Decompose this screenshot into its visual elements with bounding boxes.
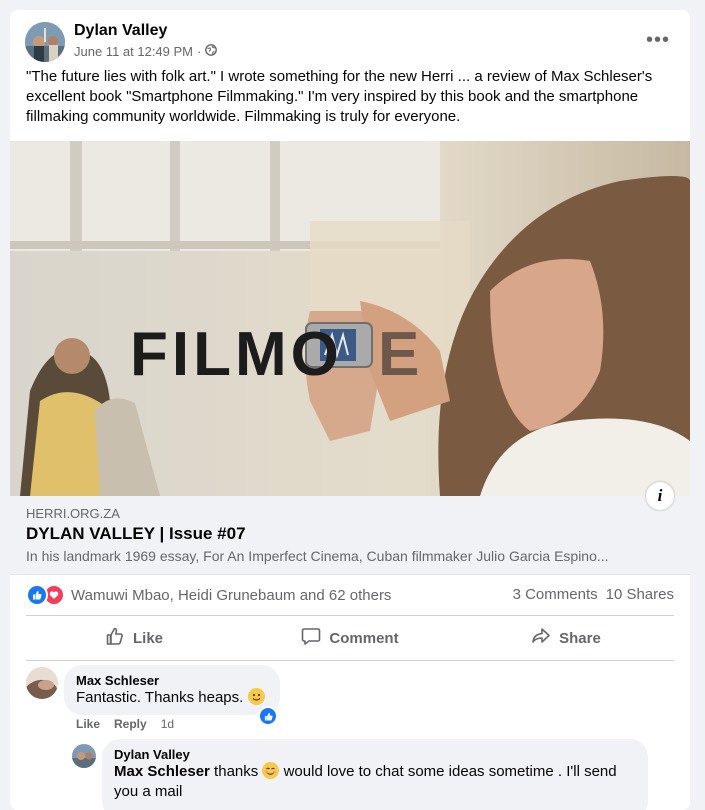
post-header: Dylan Valley June 11 at 12:49 PM · ••• [10,10,690,70]
comment-text-wrap: Fantastic. Thanks heaps. [76,688,265,708]
like-button[interactable]: Like [26,616,242,660]
comment-like-reaction-icon[interactable] [258,706,278,726]
author-name[interactable]: Dylan Valley [74,22,167,40]
post-card: Dylan Valley June 11 at 12:49 PM · ••• "… [10,10,690,810]
share-button[interactable]: Share [458,616,674,660]
link-preview[interactable]: HERRI.ORG.ZA DYLAN VALLEY | Issue #07 In… [10,496,690,575]
comment-bubble: Max Schleser Fantastic. Thanks heaps. [64,665,280,715]
post-timestamp[interactable]: June 11 at 12:49 PM [74,44,193,59]
link-description: In his landmark 1969 essay, For An Imper… [26,548,609,564]
reply-author[interactable]: Dylan Valley [114,747,190,762]
commenter-avatar[interactable] [26,667,58,699]
shares-count[interactable]: 10 Shares [606,586,674,603]
reply-bubble: Dylan Valley Max Schleser thanks would l… [102,739,648,810]
reply-text-part1: thanks [209,763,263,780]
blush-emoji-icon [262,762,280,779]
share-label: Share [559,629,601,647]
reactions-summary[interactable]: Wamuwi Mbao, Heidi Grunebaum and 62 othe… [26,584,391,606]
like-label: Like [132,629,163,647]
comment-age[interactable]: 1d [161,717,174,731]
like-reaction-icon [26,584,48,606]
comment-button[interactable]: Comment [242,616,458,660]
action-bar: Like Comment Share [26,615,674,661]
smile-emoji-icon [247,688,265,705]
post-text: "The future lies with folk art." I wrote… [26,68,653,125]
reaction-names[interactable]: Wamuwi Mbao, Heidi Grunebaum and 62 othe… [71,587,391,604]
comment-reply-link[interactable]: Reply [114,717,147,731]
comment-text: Fantastic. Thanks heaps. [76,689,244,706]
comments-count[interactable]: 3 Comments [513,586,598,603]
comment-label: Comment [329,629,399,647]
comment-actions: Like Reply 1d [76,717,174,731]
comment-bubble-icon [301,626,321,650]
reply-text: Max Schleser thanks would love to chat s… [114,762,634,802]
author-avatar[interactable] [25,22,65,62]
post-stats: Wamuwi Mbao, Heidi Grunebaum and 62 othe… [10,574,690,614]
globe-icon[interactable] [205,44,218,59]
comment-like-link[interactable]: Like [76,717,100,731]
comment-author[interactable]: Max Schleser [76,673,159,688]
svg-text:E: E [378,320,419,389]
image-sign-text: FILMO [130,320,343,389]
reply-mention[interactable]: Max Schleser [114,763,210,780]
meta-separator: · [197,44,202,59]
post-image[interactable]: FILMO E [10,141,690,496]
engagement-counts: 3 Comments 10 Shares [513,586,674,603]
link-title[interactable]: DYLAN VALLEY | Issue #07 [26,524,246,544]
reply-author-avatar[interactable] [72,744,96,768]
link-domain: HERRI.ORG.ZA [26,506,120,521]
thumbs-up-icon [105,626,125,650]
info-icon[interactable]: i [646,482,674,510]
post-meta: June 11 at 12:49 PM · [74,44,218,59]
share-arrow-icon [531,626,551,650]
more-icon[interactable]: ••• [646,30,670,50]
